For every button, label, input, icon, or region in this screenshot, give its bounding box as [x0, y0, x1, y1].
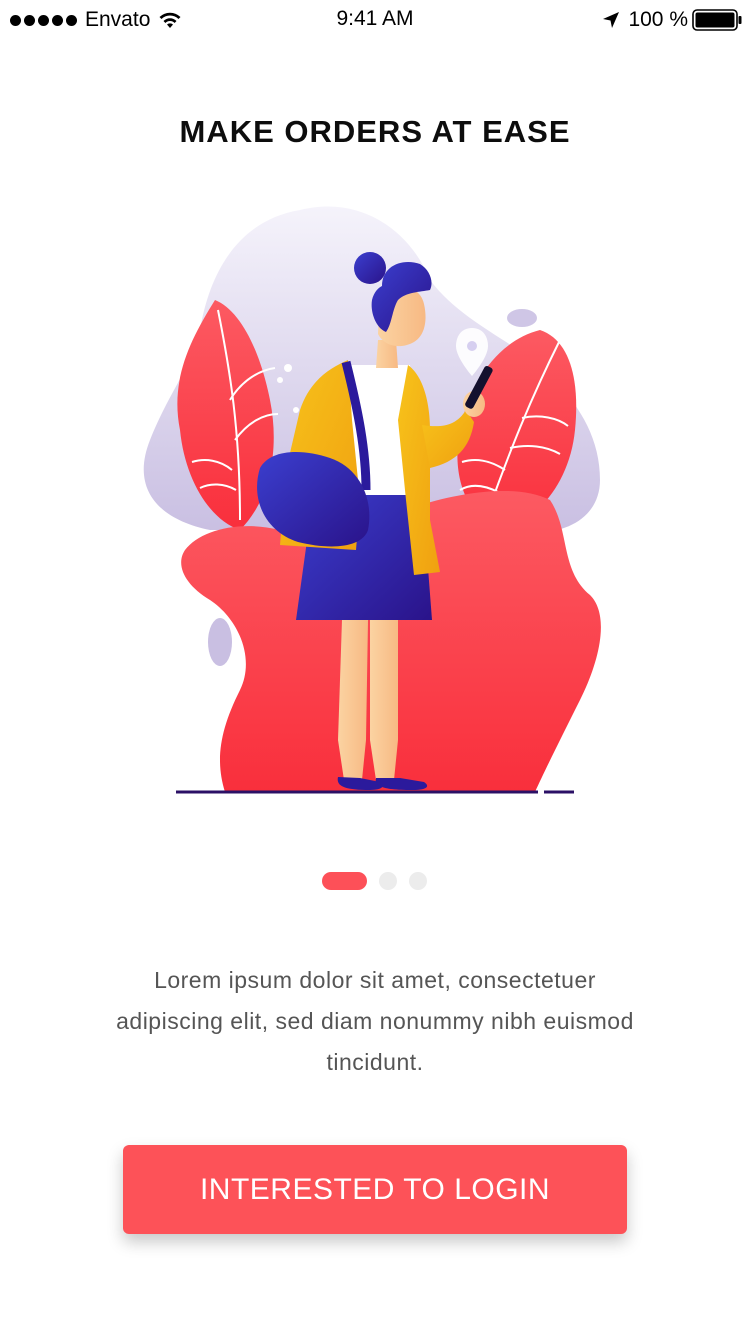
page-dot-active[interactable]: [322, 872, 367, 890]
page-dot[interactable]: [409, 872, 427, 890]
battery-percentage: 100 %: [628, 8, 688, 31]
status-bar-right: 100 %: [602, 8, 742, 32]
interested-to-login-button[interactable]: INTERESTED TO LOGIN: [123, 1145, 627, 1234]
onboarding-description: Lorem ipsum dolor sit amet, consectetuer…: [116, 967, 634, 1075]
status-bar: Envato 9:41 AM 100 %: [0, 0, 750, 40]
page-title: MAKE ORDERS AT EASE: [179, 114, 571, 149]
woman-holding-phone-illustration: [143, 206, 601, 794]
page-indicator: [322, 872, 427, 890]
battery-icon: [692, 9, 742, 31]
page-dot[interactable]: [379, 872, 397, 890]
location-arrow-icon: [603, 12, 620, 28]
